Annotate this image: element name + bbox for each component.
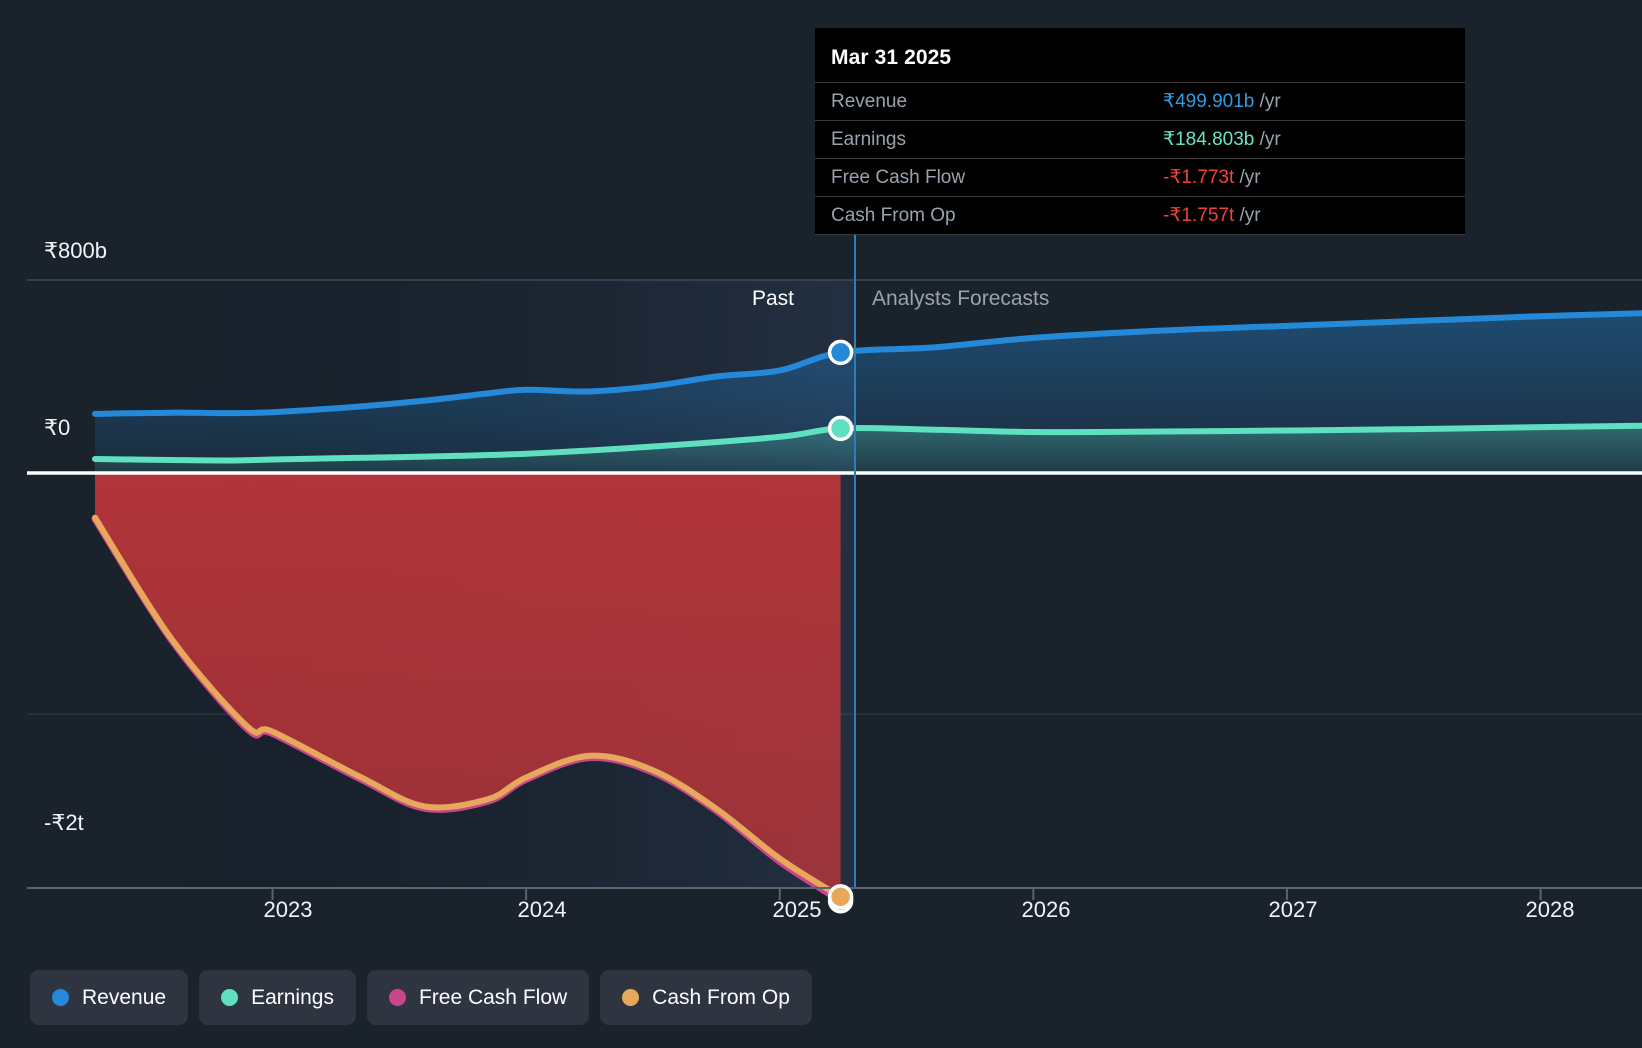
tooltip-row: Revenue ₹499.901b /yr [815, 82, 1465, 121]
x-axis-label-2023: 2023 [263, 897, 313, 922]
tooltip-amount: -₹1.757t [1163, 205, 1235, 226]
tooltip-date: Mar 31 2025 [831, 46, 952, 69]
legend-color-dot-icon [221, 989, 239, 1006]
value-tooltip: Mar 31 2025 Revenue ₹499.901b /yr Earnings… [815, 28, 1465, 235]
legend-item-label: Revenue [82, 985, 167, 1009]
tooltip-row-value: ₹184.803b /yr [1161, 120, 1465, 159]
tooltip-suffix: /yr [1254, 91, 1281, 112]
legend-item-earnings[interactable]: Earnings [199, 970, 356, 1025]
tooltip-row-value: -₹1.757t /yr [1161, 196, 1465, 235]
tooltip-suffix: /yr [1234, 167, 1261, 188]
legend-color-dot-icon [388, 989, 406, 1006]
chart-legend: Revenue Earnings Free Cash Flow Cash From O… [30, 970, 812, 1025]
legend-item-free-cash-flow[interactable]: Free Cash Flow [366, 970, 590, 1025]
past-zone-label: Past [752, 287, 795, 310]
tooltip-row-label: Cash From Op [815, 196, 1161, 235]
x-axis-label-2027: 2027 [1268, 897, 1318, 922]
tooltip-suffix: /yr [1234, 205, 1261, 226]
tooltip-row: Free Cash Flow -₹1.773t /yr [815, 158, 1465, 197]
x-axis-ticks [271, 888, 1542, 900]
marker-revenue[interactable] [827, 339, 854, 366]
y-axis-label-neg2t: -₹2t [44, 810, 84, 835]
tooltip-row-value: ₹499.901b /yr [1161, 82, 1465, 121]
x-axis-label-2024: 2024 [517, 897, 567, 922]
legend-item-label: Free Cash Flow [418, 985, 568, 1009]
x-axis-label-2025: 2025 [772, 897, 822, 922]
legend-color-dot-icon [622, 989, 640, 1006]
legend-item-label: Earnings [251, 985, 334, 1009]
financial-chart: ₹800b ₹0 -₹2t 2023 2024 2025 2026 2027 2… [0, 0, 1642, 1048]
tooltip-amount: -₹1.773t [1163, 167, 1235, 188]
marker-earnings[interactable] [827, 415, 854, 442]
x-axis-label-2026: 2026 [1021, 897, 1071, 922]
x-axis-label-2028: 2028 [1525, 897, 1575, 922]
legend-item-cash-from-op[interactable]: Cash From Op [600, 970, 812, 1025]
tooltip-table: Revenue ₹499.901b /yr Earnings ₹184.803b /y… [815, 82, 1465, 235]
marker-cash-from-op[interactable] [827, 884, 854, 910]
tooltip-amount: ₹184.803b [1163, 129, 1255, 150]
tooltip-row-value: -₹1.773t /yr [1161, 158, 1465, 197]
tooltip-row-label: Revenue [815, 82, 1161, 121]
y-axis-label-0: ₹0 [44, 415, 71, 440]
legend-color-dot-icon [52, 989, 69, 1006]
y-axis-label-800b: ₹800b [44, 238, 107, 263]
legend-item-revenue[interactable]: Revenue [30, 970, 189, 1025]
tooltip-row: Cash From Op -₹1.757t /yr [815, 196, 1465, 235]
tooltip-suffix: /yr [1254, 129, 1281, 150]
legend-item-label: Cash From Op [652, 985, 790, 1009]
tooltip-row: Earnings ₹184.803b /yr [815, 120, 1465, 159]
tooltip-row-label: Free Cash Flow [815, 158, 1161, 197]
forecast-zone-label: Analysts Forecasts [872, 287, 1050, 310]
tooltip-amount: ₹499.901b [1163, 91, 1255, 112]
tooltip-row-label: Earnings [815, 120, 1161, 159]
